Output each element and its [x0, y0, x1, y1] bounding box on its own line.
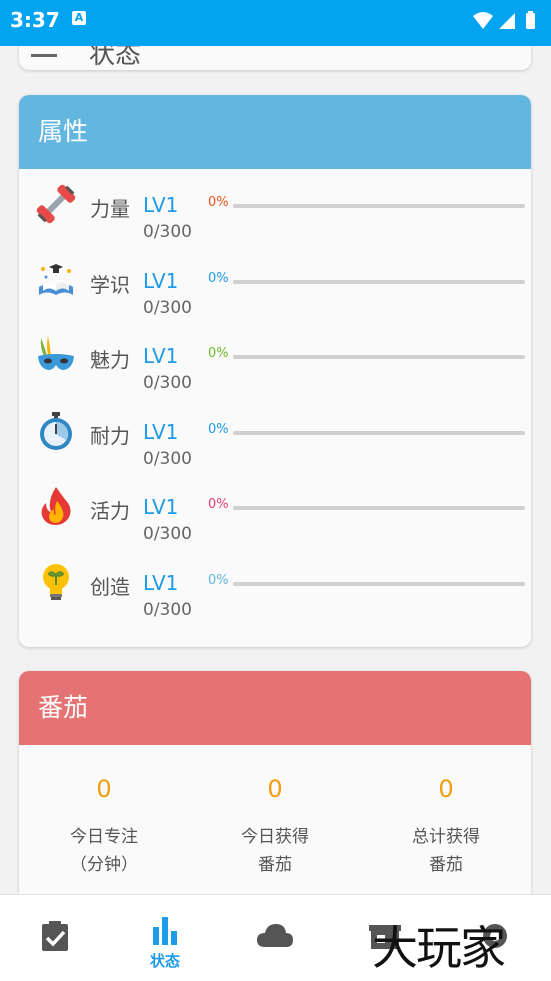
- stat-value: 0: [96, 775, 112, 803]
- attribute-progress: 0/300: [143, 222, 192, 242]
- menu-icon: [31, 54, 57, 57]
- attribute-name: 学识: [90, 272, 130, 297]
- signal-battery-icon: [473, 11, 535, 29]
- attribute-name: 力量: [90, 197, 130, 221]
- attribute-row: 创造 LV1 0/300 0%: [19, 561, 531, 633]
- tomato-stats: 0 今日专注 （分钟） 0 今日获得 番茄 0 总计获得 番茄: [19, 771, 531, 894]
- attribute-level: LV1: [143, 193, 179, 217]
- attribute-progress-bar: [233, 355, 525, 360]
- status-card: 状态: [19, 46, 531, 70]
- attribute-row: 学识 LV1 0/300 0%: [19, 259, 531, 331]
- watermark: 大玩家: [372, 921, 506, 975]
- bar-chart-icon: [153, 917, 177, 945]
- tomato-card: 番茄 0 今日专注 （分钟） 0 今日获得 番茄 0 总计获得 番茄: [19, 671, 531, 894]
- stopwatch-icon: [35, 410, 77, 452]
- mask-icon: [35, 334, 77, 376]
- dumbbell-icon: [35, 183, 77, 225]
- attribute-row: 力量 LV1 0/300 0%: [19, 183, 531, 255]
- stat-value: 0: [438, 775, 454, 803]
- nav-item-cloud[interactable]: [220, 895, 330, 981]
- attributes-card: 属性 力量 LV1 0/300 0% 学识 LV1 0/300 0% 魅力 LV1 0/300 0% 耐…: [19, 95, 531, 647]
- attribute-name: 魅力: [90, 348, 130, 373]
- attribute-progress-bar: [233, 582, 525, 586]
- attribute-row: 魅力 LV1 0/300 0%: [19, 334, 531, 406]
- attribute-progress: 0/300: [143, 448, 192, 469]
- status-card-title: 状态: [89, 46, 142, 70]
- attribute-level: LV1: [143, 495, 179, 520]
- attribute-progress: 0/300: [143, 373, 192, 394]
- today-tomato-stat: 0 今日获得 番茄: [190, 771, 360, 879]
- stat-label: 今日获得 番茄: [241, 827, 309, 875]
- stat-value: 0: [267, 775, 283, 803]
- attributes-header: 属性: [19, 95, 531, 169]
- app-notification-icon: A: [72, 11, 86, 25]
- attribute-percent: 0%: [208, 195, 229, 210]
- attribute-percent: 0%: [208, 346, 229, 362]
- tomato-header: 番茄: [19, 671, 531, 745]
- status-bar: 3:37 A: [0, 0, 551, 46]
- attribute-level: LV1: [143, 419, 179, 444]
- status-time: 3:37: [10, 8, 60, 32]
- nav-item-tasks[interactable]: [0, 895, 110, 981]
- book-icon: [35, 259, 77, 301]
- attribute-progress-bar: [233, 506, 525, 511]
- attribute-percent: 0%: [208, 421, 229, 437]
- status-indicators: [471, 10, 541, 36]
- attribute-progress: 0/300: [143, 297, 192, 318]
- main-scroll[interactable]: 状态 属性 力量 LV1 0/300 0% 学识 LV1 0/300 0% 魅力 LV1 0/300…: [0, 46, 551, 894]
- cloud-icon: [257, 924, 293, 947]
- nav-label-status: 状态: [149, 952, 180, 970]
- stat-label: 总计获得 番茄: [412, 827, 480, 875]
- attribute-name: 活力: [90, 499, 130, 524]
- attribute-progress-bar: [233, 204, 525, 208]
- attribute-progress: 0/300: [143, 524, 192, 545]
- attribute-level: LV1: [143, 571, 179, 595]
- lightbulb-icon: [35, 561, 77, 603]
- attribute-level: LV1: [143, 344, 179, 369]
- attribute-percent: 0%: [208, 497, 229, 513]
- nav-item-status[interactable]: 状态: [110, 895, 220, 981]
- attribute-name: 耐力: [90, 423, 130, 448]
- attribute-name: 创造: [90, 575, 130, 599]
- attribute-level: LV1: [143, 268, 179, 293]
- attribute-percent: 0%: [208, 270, 229, 286]
- attribute-row: 活力 LV1 0/300 0%: [19, 485, 531, 557]
- today-focus-stat: 0 今日专注 （分钟）: [19, 771, 189, 879]
- attribute-percent: 0%: [208, 573, 229, 588]
- flame-icon: [35, 485, 77, 527]
- stat-label: 今日专注 （分钟）: [70, 827, 138, 875]
- total-tomato-stat: 0 总计获得 番茄: [361, 771, 531, 879]
- attribute-progress-bar: [233, 279, 525, 284]
- attribute-row: 耐力 LV1 0/300 0%: [19, 410, 531, 482]
- clipboard-check-icon: [42, 921, 68, 951]
- attribute-progress-bar: [233, 430, 525, 435]
- attribute-progress: 0/300: [143, 600, 192, 620]
